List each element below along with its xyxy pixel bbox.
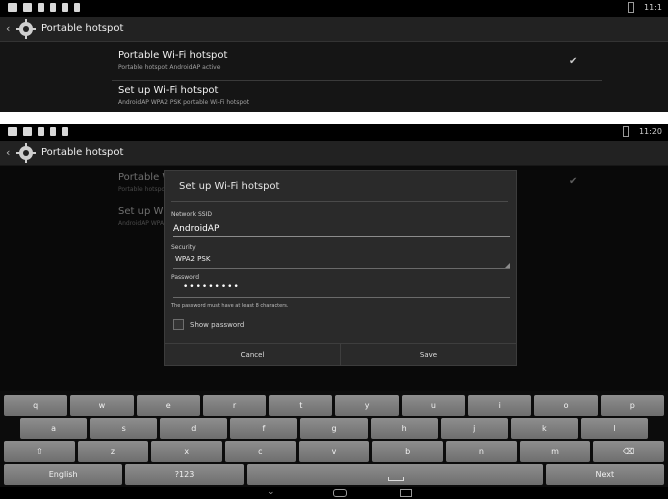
ssid-label: Network SSID [171,211,212,218]
key-t[interactable]: t [269,395,333,416]
navigation-bar: ⌄ [0,487,668,499]
key-f[interactable]: f [230,418,298,439]
password-mask: ••••••••• [183,282,240,292]
show-password-label: Show password [190,320,245,329]
clock: 11:20 [638,127,662,136]
space-key[interactable] [246,464,543,485]
setup-hotspot-item[interactable]: Set up Wi-Fi hotspot AndroidAP WPA2 PSK … [118,85,249,106]
dropdown-arrow-icon [505,263,510,268]
key-s[interactable]: s [90,418,158,439]
notification-icon [62,3,68,12]
key-o[interactable]: o [534,395,598,416]
checkbox-checked-icon[interactable]: ✔ [569,56,577,67]
settings-gear-icon[interactable] [16,143,36,163]
back-chevron-icon[interactable]: ‹ [6,146,10,159]
key-q[interactable]: q [4,395,68,416]
hotspot-toggle-item[interactable]: Portable Wi-Fi hotspot Portable hotspot … [118,50,227,71]
dialog-title-divider [171,201,508,202]
shift-key-icon[interactable]: ⇧ [4,441,75,462]
keyboard-row-1: q w e r t y u i o p [4,395,664,416]
notification-icon [50,3,56,12]
key-r[interactable]: r [202,395,267,416]
notification-icon [50,127,56,136]
dialog-buttons: Cancel Save [165,343,516,366]
next-key[interactable]: Next [545,464,664,485]
key-w[interactable]: w [70,395,134,416]
clock: 11:1 [644,3,662,12]
home-icon[interactable] [333,489,347,497]
notification-icon [8,3,17,12]
space-icon [387,477,404,481]
status-bar: 11:1 [0,0,668,17]
back-chevron-icon[interactable]: ‹ [6,22,10,35]
key-p[interactable]: p [600,395,664,416]
key-y[interactable]: y [335,395,399,416]
action-bar: ‹ Portable hotspot [0,141,668,166]
hotspot-dialog-screen: 11:20 ‹ Portable hotspot Portable Wi-Fi … [0,124,668,499]
setting-summary: Portable hotspot AndroidAP active [118,64,221,71]
key-n[interactable]: n [446,441,517,462]
save-button[interactable]: Save [340,344,516,366]
notification-icons [8,3,80,12]
key-h[interactable]: h [370,418,438,439]
key-g[interactable]: g [300,418,368,439]
setting-title: Set up Wi-Fi hotspot [118,85,219,96]
status-bar: 11:20 [0,124,668,141]
setting-title: Portable Wi-Fi hotspot [118,50,228,61]
key-u[interactable]: u [401,395,466,416]
key-b[interactable]: b [372,441,444,462]
key-z[interactable]: z [77,441,149,462]
key-e[interactable]: e [136,395,200,416]
checkbox-unchecked-icon[interactable] [173,319,184,330]
backspace-key-icon[interactable]: ⌫ [593,441,665,462]
security-value: WPA2 PSK [175,255,211,263]
key-l[interactable]: l [580,418,648,439]
show-password-toggle[interactable]: Show password [173,319,244,330]
password-hint: The password must have at least 8 charac… [171,303,289,309]
battery-icon [622,126,629,137]
soft-keyboard: q w e r t y u i o p a s d f g h j k l ⇧ … [0,391,668,487]
notification-icon [8,127,17,136]
dialog-title: Set up Wi-Fi hotspot [179,181,280,192]
keyboard-row-3: ⇧ z x c v b n m ⌫ [4,441,665,462]
back-chevron-down-icon[interactable]: ⌄ [267,487,275,497]
key-v[interactable]: v [298,441,370,462]
notification-icons [8,127,68,136]
language-key[interactable]: English [4,464,123,485]
notification-icon [74,3,80,12]
notification-icon [38,3,44,12]
keyboard-row-4: English ?123 Next [4,464,664,485]
settings-screen: 11:1 ‹ Portable hotspot Portable Wi-Fi h… [0,0,668,112]
key-a[interactable]: a [20,418,88,439]
key-c[interactable]: c [225,441,296,462]
setting-summary: AndroidAP WPA2 PSK portable Wi-Fi hotspo… [118,99,250,106]
key-m[interactable]: m [519,441,591,462]
notification-icon [62,127,68,136]
key-i[interactable]: i [468,395,532,416]
recent-apps-icon[interactable] [400,489,412,497]
symbols-key[interactable]: ?123 [125,464,244,485]
settings-gear-icon[interactable] [16,19,36,39]
notification-icon [23,127,32,136]
setup-hotspot-dialog: Set up Wi-Fi hotspot Network SSID Securi… [164,170,517,366]
action-bar-title: Portable hotspot [41,147,124,158]
key-d[interactable]: d [160,418,228,439]
ssid-input[interactable] [173,222,510,237]
notification-icon [23,3,32,12]
key-j[interactable]: j [440,418,508,439]
cancel-button[interactable]: Cancel [165,344,340,366]
action-bar-title: Portable hotspot [41,23,124,34]
keyboard-row-2: a s d f g h j k l [20,418,648,439]
divider [112,80,602,81]
notification-icon [38,127,44,136]
security-dropdown[interactable]: WPA2 PSK [173,254,510,269]
battery-icon [628,2,635,13]
password-label: Password [171,274,200,281]
password-input[interactable]: ••••••••• [173,282,510,298]
security-label: Security [171,244,196,251]
action-bar: ‹ Portable hotspot [0,17,668,42]
key-k[interactable]: k [510,418,578,439]
key-x[interactable]: x [151,441,223,462]
